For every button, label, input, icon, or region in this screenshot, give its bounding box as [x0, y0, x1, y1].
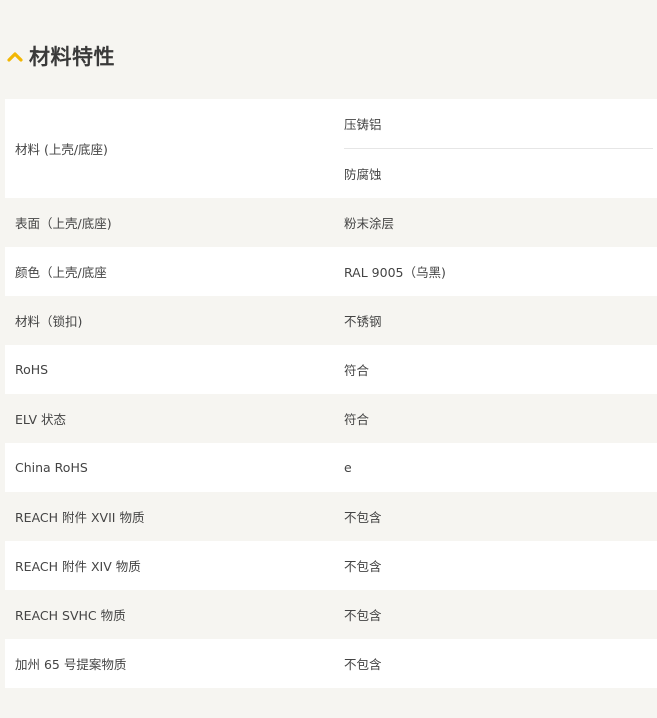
property-values: 符合 — [344, 394, 657, 443]
property-label: 材料 (上壳/底座) — [15, 142, 108, 157]
property-label: 加州 65 号提案物质 — [15, 657, 127, 672]
property-label: REACH SVHC 物质 — [15, 608, 126, 623]
property-value: 符合 — [344, 363, 370, 378]
property-values: 不包含 — [344, 639, 657, 688]
property-label: 材料（锁扣) — [15, 314, 83, 329]
property-label: ELV 状态 — [15, 412, 67, 427]
property-values: 不包含 — [344, 541, 657, 590]
property-label: China RoHS — [15, 460, 88, 475]
property-values: RAL 9005（乌黑) — [344, 247, 657, 296]
table-row: 加州 65 号提案物质 不包含 — [5, 639, 657, 688]
table-row: 材料 (上壳/底座) 压铸铝防腐蚀 — [5, 99, 657, 198]
section-title: 材料特性 — [29, 45, 115, 69]
property-value: 不锈钢 — [344, 314, 382, 329]
table-row: 颜色（上壳/底座 RAL 9005（乌黑) — [5, 247, 657, 296]
table-row: RoHS 符合 — [5, 345, 657, 394]
table-row: 材料（锁扣) 不锈钢 — [5, 296, 657, 345]
property-label: REACH 附件 XIV 物质 — [15, 559, 141, 574]
table-row: REACH 附件 XIV 物质 不包含 — [5, 541, 657, 590]
property-values: 不包含 — [344, 492, 657, 541]
property-value: 粉末涂层 — [344, 216, 395, 231]
property-label: 表面（上壳/底座) — [15, 216, 112, 231]
property-value: e — [344, 460, 352, 475]
table-row: REACH SVHC 物质 不包含 — [5, 590, 657, 639]
property-values: 符合 — [344, 345, 657, 394]
property-values: e — [344, 443, 657, 492]
table-row: ELV 状态 符合 — [5, 394, 657, 443]
property-values: 不锈钢 — [344, 296, 657, 345]
chevron-up-icon[interactable] — [5, 46, 25, 66]
property-value: 防腐蚀 — [344, 148, 653, 198]
property-values: 压铸铝 防腐蚀 — [344, 99, 657, 198]
property-value: RAL 9005（乌黑) — [344, 265, 446, 280]
property-value: 不包含 — [344, 510, 382, 525]
property-value: 不包含 — [344, 657, 382, 672]
property-values: 不包含 — [344, 590, 657, 639]
table-row: REACH 附件 XVII 物质 不包含 — [5, 492, 657, 541]
property-label: RoHS — [15, 362, 49, 377]
section-header-material-properties[interactable]: 材料特性 — [5, 40, 115, 72]
property-value: 不包含 — [344, 608, 382, 623]
table-row: 表面（上壳/底座) 粉末涂层 — [5, 198, 657, 247]
property-label: REACH 附件 XVII 物质 — [15, 510, 145, 525]
property-value: 压铸铝 — [344, 117, 382, 132]
property-value: 不包含 — [344, 559, 382, 574]
table-row: China RoHS e — [5, 443, 657, 492]
property-values: 粉末涂层 — [344, 198, 657, 247]
property-value: 符合 — [344, 412, 370, 427]
spec-table: 材料 (上壳/底座) 压铸铝防腐蚀表面（上壳/底座) 粉末涂层颜色（上壳/底座 RAL… — [5, 99, 657, 688]
property-label: 颜色（上壳/底座 — [15, 265, 107, 280]
